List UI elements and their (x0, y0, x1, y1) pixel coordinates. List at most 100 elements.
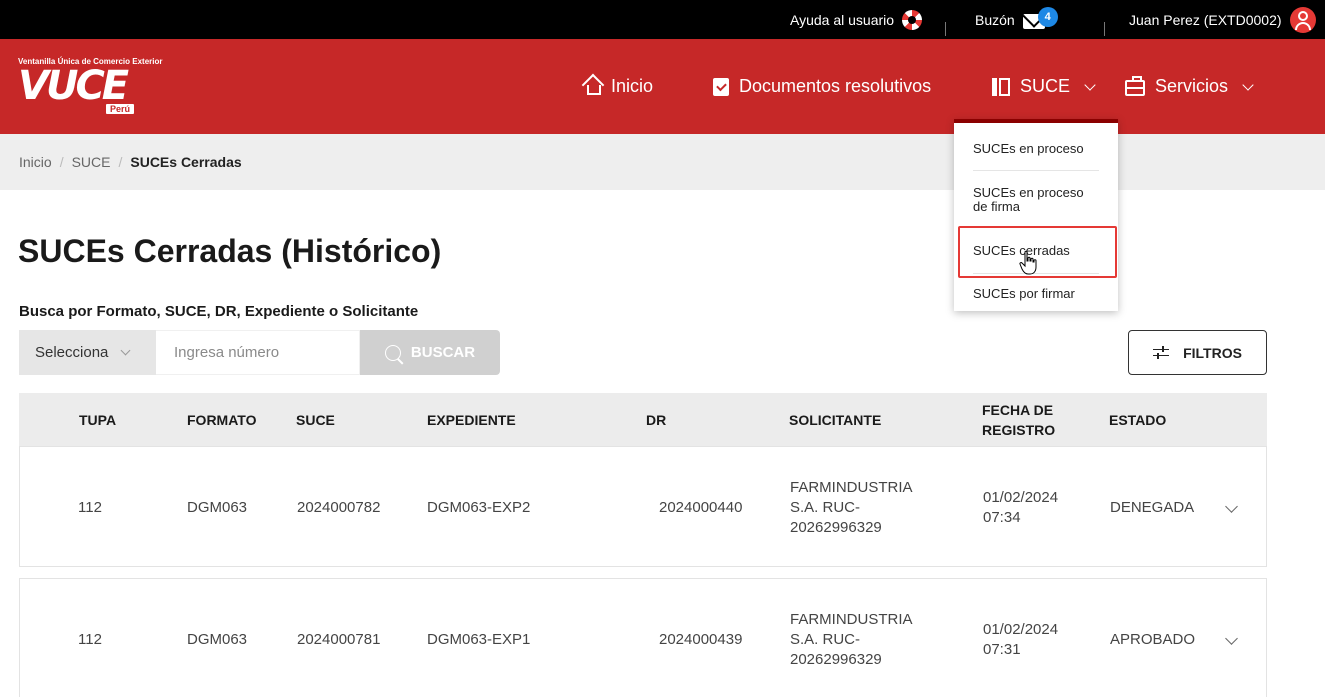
briefcase-icon (1125, 75, 1145, 96)
nav-services-label: Servicios (1155, 76, 1229, 96)
logo-country: Perú (106, 104, 135, 114)
nav-services[interactable]: Servicios (1125, 39, 1254, 134)
column-header-suce[interactable]: SUCE (296, 393, 335, 446)
cell-solicitante-line: 20262996329 (790, 518, 882, 536)
search-type-select[interactable]: Selecciona (19, 330, 156, 375)
menu-item-label: SUCEs en proceso (973, 185, 1084, 200)
home-icon (587, 84, 601, 95)
search-icon (384, 344, 401, 361)
chevron-down-icon[interactable] (1225, 500, 1238, 513)
search-type-value: Selecciona (35, 344, 109, 361)
cell-estado: DENEGADA (1110, 498, 1195, 516)
breadcrumb-current: SUCEs Cerradas (130, 154, 242, 170)
nav-documents[interactable]: Documentos resolutivos (713, 39, 931, 134)
topbar-divider (1104, 22, 1105, 36)
help-label: Ayuda al usuario (790, 11, 895, 28)
cell-suce: 2024000781 (297, 630, 381, 648)
cell-formato: DGM063 (187, 630, 248, 648)
breadcrumb-home[interactable]: Inicio (19, 154, 52, 170)
menu-item-suces-en-proceso[interactable]: SUCEs en proceso (973, 142, 1084, 156)
chevron-down-icon (1242, 78, 1254, 91)
cell-fecha: 01/02/2024 07:31 (983, 579, 1058, 697)
cell-solicitante: FARMINDUSTRIA S.A. RUC- 20262996329 (790, 579, 913, 697)
column-header-solicitante[interactable]: SOLICITANTE (789, 393, 881, 446)
table-row[interactable]: 112 DGM063 2024000781 DGM063-EXP1 202400… (19, 578, 1267, 697)
user-name: Juan Perez (EXTD0002) (1129, 11, 1282, 28)
search-button-label: BUSCAR (410, 344, 476, 361)
nav-suce-label: SUCE (1020, 76, 1071, 96)
column-header-fecha-line: REGISTRO (982, 421, 1056, 438)
breadcrumb-bar: Inicio / SUCE / SUCEs Cerradas (0, 134, 1325, 190)
search-button[interactable]: BUSCAR (360, 330, 500, 375)
table-row[interactable]: 112 DGM063 2024000782 DGM063-EXP2 202400… (19, 446, 1267, 567)
breadcrumb: Inicio / SUCE / SUCEs Cerradas (19, 134, 242, 190)
breadcrumb-separator: / (118, 154, 123, 170)
column-header-formato[interactable]: FORMATO (187, 393, 256, 446)
table-header: TUPA FORMATO SUCE EXPEDIENTE DR SOLICITA… (19, 393, 1267, 446)
cell-estado: APROBADO (1110, 630, 1196, 648)
column-header-tupa[interactable]: TUPA (79, 393, 116, 446)
column-header-dr[interactable]: DR (646, 393, 666, 446)
column-header-fecha-line: FECHA DE (982, 401, 1054, 418)
mailbox-link[interactable]: Buzón 4 (975, 0, 1061, 39)
top-bar: Ayuda al usuario Buzón 4 Juan Perez (EXT… (0, 0, 1325, 39)
cell-formato: DGM063 (187, 498, 248, 516)
menu-item-suces-por-firmar[interactable]: SUCEs por firmar (973, 287, 1075, 301)
cell-dr: 2024000439 (659, 630, 743, 648)
nav-documents-label: Documentos resolutivos (739, 76, 932, 96)
user-menu[interactable]: Juan Perez (EXTD0002) (1129, 0, 1316, 39)
logo-brand: VUCE (18, 63, 129, 109)
main-header: Ventanilla Única de Comercio Exterior VU… (0, 39, 1325, 134)
cell-tupa: 112 (78, 630, 102, 648)
search-label: Busca por Formato, SUCE, DR, Expediente … (19, 303, 419, 320)
user-icon (1289, 6, 1316, 33)
filters-button-label: FILTROS (1183, 344, 1242, 361)
menu-divider (973, 170, 1099, 171)
tune-icon (1153, 345, 1170, 359)
column-header-estado[interactable]: ESTADO (1109, 393, 1166, 446)
menu-item-label: de firma (973, 199, 1020, 214)
nav-home[interactable]: Inicio (587, 39, 653, 134)
menu-item-label: SUCEs en proceso (973, 141, 1084, 156)
cell-solicitante-line: S.A. RUC- (790, 498, 861, 516)
breadcrumb-section[interactable]: SUCE (72, 154, 111, 170)
chevron-down-icon (1084, 78, 1096, 91)
search-input[interactable] (156, 330, 360, 375)
pointer-cursor-icon (1019, 250, 1037, 275)
chevron-down-icon (120, 345, 131, 356)
cell-suce: 2024000782 (297, 498, 381, 516)
column-header-expediente[interactable]: EXPEDIENTE (427, 393, 516, 446)
cell-expediente: DGM063-EXP2 (427, 498, 531, 516)
menu-item-suces-en-proceso-de-firma[interactable]: SUCEs en proceso de firma (973, 186, 1084, 214)
cell-solicitante-line: FARMINDUSTRIA (790, 478, 913, 496)
cell-fecha-line: 07:31 (983, 640, 1021, 658)
vuce-logo[interactable]: Ventanilla Única de Comercio Exterior VU… (18, 57, 163, 117)
cell-expediente: DGM063-EXP1 (427, 630, 531, 648)
suce-dropdown-menu: SUCEs en proceso SUCEs en proceso de fir… (954, 119, 1118, 311)
breadcrumb-separator: / (59, 154, 64, 170)
cell-dr: 2024000440 (659, 498, 743, 516)
cell-solicitante-line: 20262996329 (790, 650, 882, 668)
topbar-divider (945, 22, 946, 36)
cell-solicitante-line: FARMINDUSTRIA (790, 610, 913, 628)
column-header-fecha[interactable]: FECHA DE REGISTRO (982, 393, 1055, 446)
page-title: SUCEs Cerradas (Histórico) (18, 233, 442, 269)
suce-icon (992, 77, 1010, 96)
chevron-down-icon[interactable] (1225, 632, 1238, 645)
cell-tupa: 112 (78, 498, 102, 516)
mailbox-count-badge: 4 (1037, 6, 1058, 27)
cell-fecha-line: 01/02/2024 (983, 620, 1059, 638)
cell-fecha-line: 07:34 (983, 508, 1021, 526)
lifebuoy-icon (902, 9, 923, 30)
mailbox-label: Buzón (975, 11, 1015, 28)
menu-item-label: SUCEs por firmar (973, 286, 1075, 301)
nav-home-label: Inicio (611, 76, 654, 96)
cell-solicitante: FARMINDUSTRIA S.A. RUC- 20262996329 (790, 447, 913, 568)
help-link[interactable]: Ayuda al usuario (790, 0, 923, 39)
filters-button[interactable]: FILTROS (1128, 330, 1267, 375)
mail-icon: 4 (1022, 6, 1061, 30)
cell-solicitante-line: S.A. RUC- (790, 630, 861, 648)
document-check-icon (713, 77, 729, 96)
cell-fecha-line: 01/02/2024 (983, 488, 1059, 506)
cell-fecha: 01/02/2024 07:34 (983, 447, 1058, 568)
